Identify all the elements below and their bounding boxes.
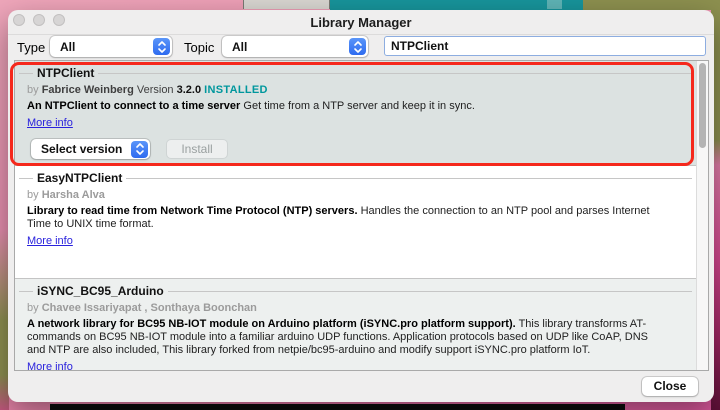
screen: Library Manager Type All Topic All NTPCl… [0, 0, 720, 410]
library-description: A network library for BC95 NB-IOT module… [27, 318, 668, 357]
version-number: 3.2.0 [177, 84, 201, 96]
chevron-up-down-icon [153, 38, 170, 55]
library-entry-easyntpclient[interactable]: EasyNTPClient by Harsha Alva Library to … [15, 165, 708, 278]
title-bar: Library Manager [8, 10, 714, 35]
library-entry-controls: Select version Install [27, 139, 668, 159]
library-entry-isync-bc95-arduino[interactable]: iSYNC_BC95_Arduino by Chavee Issariyapat… [15, 278, 708, 370]
library-list: NTPClient by Fabrice Weinberg Version 3.… [14, 60, 709, 371]
list-scrollbar-track[interactable] [696, 61, 708, 370]
library-entry-header: iSYNC_BC95_Arduino [27, 285, 668, 298]
library-summary: A network library for BC95 NB-IOT module… [27, 318, 516, 330]
library-description: An NTPClient to connect to a time server… [27, 100, 668, 113]
library-byline: by Chavee Issariyapat , Sonthaya Booncha… [27, 302, 668, 315]
more-info-link[interactable]: More info [27, 235, 73, 247]
by-label: by [27, 302, 39, 314]
header-rule [19, 73, 692, 74]
by-label: by [27, 189, 39, 201]
search-input[interactable] [384, 36, 706, 56]
more-info-link[interactable]: More info [27, 117, 73, 129]
library-name: NTPClient [33, 67, 98, 80]
library-summary: Library to read time from Network Time P… [27, 205, 358, 217]
chevron-up-down-icon [131, 141, 148, 158]
version-label: Version [137, 84, 174, 96]
type-dropdown[interactable]: All [50, 36, 172, 57]
version-select-value: Select version [41, 142, 122, 156]
background-window-toolbar [330, 0, 583, 10]
library-byline: by Harsha Alva [27, 189, 668, 202]
install-button[interactable]: Install [166, 139, 228, 159]
version-select-dropdown[interactable]: Select version [31, 139, 150, 159]
type-label: Type [17, 40, 45, 55]
library-manager-dialog: Library Manager Type All Topic All NTPCl… [8, 10, 714, 402]
library-description: Library to read time from Network Time P… [27, 205, 668, 231]
type-dropdown-value: All [60, 40, 75, 54]
library-name: iSYNC_BC95_Arduino [33, 285, 168, 298]
background-window-notch [547, 0, 562, 9]
by-label: by [27, 84, 39, 96]
chevron-up-down-icon [349, 38, 366, 55]
topic-label: Topic [184, 40, 214, 55]
close-button[interactable]: Close [642, 377, 698, 396]
library-name: EasyNTPClient [33, 172, 126, 185]
installed-badge: INSTALLED [204, 84, 268, 96]
library-summary: An NTPClient to connect to a time server [27, 100, 240, 112]
topic-dropdown-value: All [232, 40, 247, 54]
library-entry-header: EasyNTPClient [27, 172, 668, 185]
more-info-link[interactable]: More info [27, 361, 73, 371]
background-window-bottom-bar [50, 404, 625, 410]
window-title: Library Manager [8, 15, 714, 30]
library-author: Chavee Issariyapat , Sonthaya Boonchan [42, 302, 257, 314]
library-description-text: Get time from a NTP server and keep it i… [243, 100, 475, 112]
list-scrollbar-thumb[interactable] [699, 63, 706, 148]
topic-dropdown[interactable]: All [222, 36, 368, 57]
library-author: Fabrice Weinberg [42, 84, 134, 96]
library-byline: by Fabrice Weinberg Version 3.2.0 INSTAL… [27, 84, 668, 97]
library-entry-header: NTPClient [27, 67, 668, 80]
library-entry-ntpclient[interactable]: NTPClient by Fabrice Weinberg Version 3.… [15, 61, 708, 165]
desktop-wallpaper-olive [583, 0, 720, 10]
library-author: Harsha Alva [42, 189, 105, 201]
background-window-tab [243, 0, 330, 9]
